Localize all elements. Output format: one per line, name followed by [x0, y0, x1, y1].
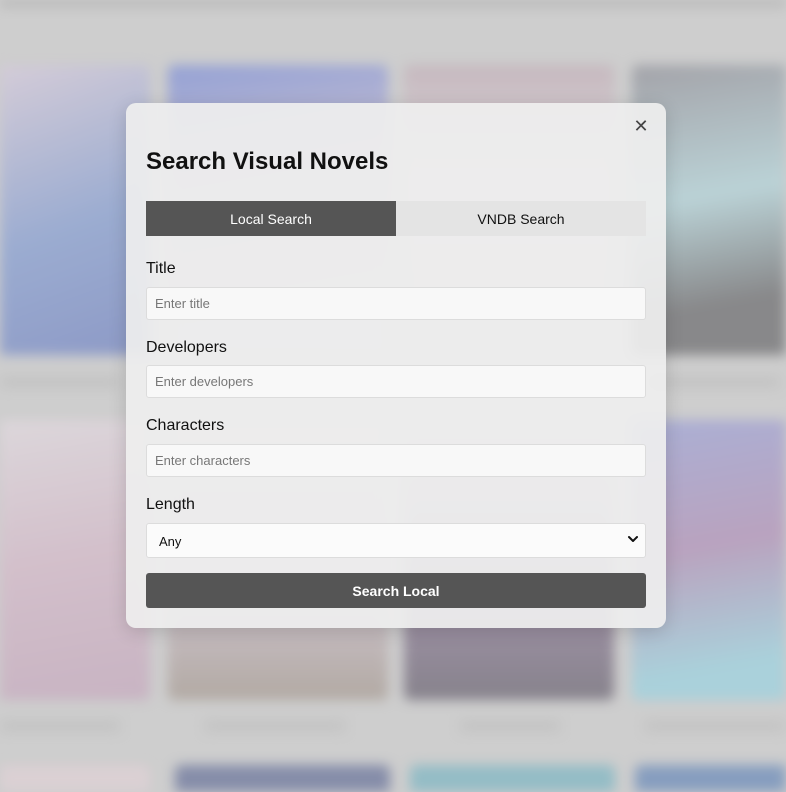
modal-title: Search Visual Novels	[146, 148, 389, 175]
search-modal: ✕ Search Visual Novels Local Search VNDB…	[126, 103, 666, 628]
search-tabs: Local Search VNDB Search	[146, 201, 646, 236]
length-select[interactable]: Any	[146, 523, 646, 558]
tab-local-search[interactable]: Local Search	[146, 201, 396, 236]
title-input[interactable]	[146, 287, 646, 320]
developers-input[interactable]	[146, 365, 646, 398]
characters-label: Characters	[146, 417, 225, 434]
developers-label: Developers	[146, 339, 227, 356]
length-label: Length	[146, 496, 195, 513]
title-label: Title	[146, 260, 176, 277]
tab-vndb-search[interactable]: VNDB Search	[396, 201, 646, 236]
search-local-button[interactable]: Search Local	[146, 573, 646, 608]
length-selected-value: Any	[159, 534, 182, 549]
chevron-down-icon	[628, 536, 638, 542]
characters-input[interactable]	[146, 444, 646, 477]
close-icon[interactable]: ✕	[632, 118, 650, 136]
